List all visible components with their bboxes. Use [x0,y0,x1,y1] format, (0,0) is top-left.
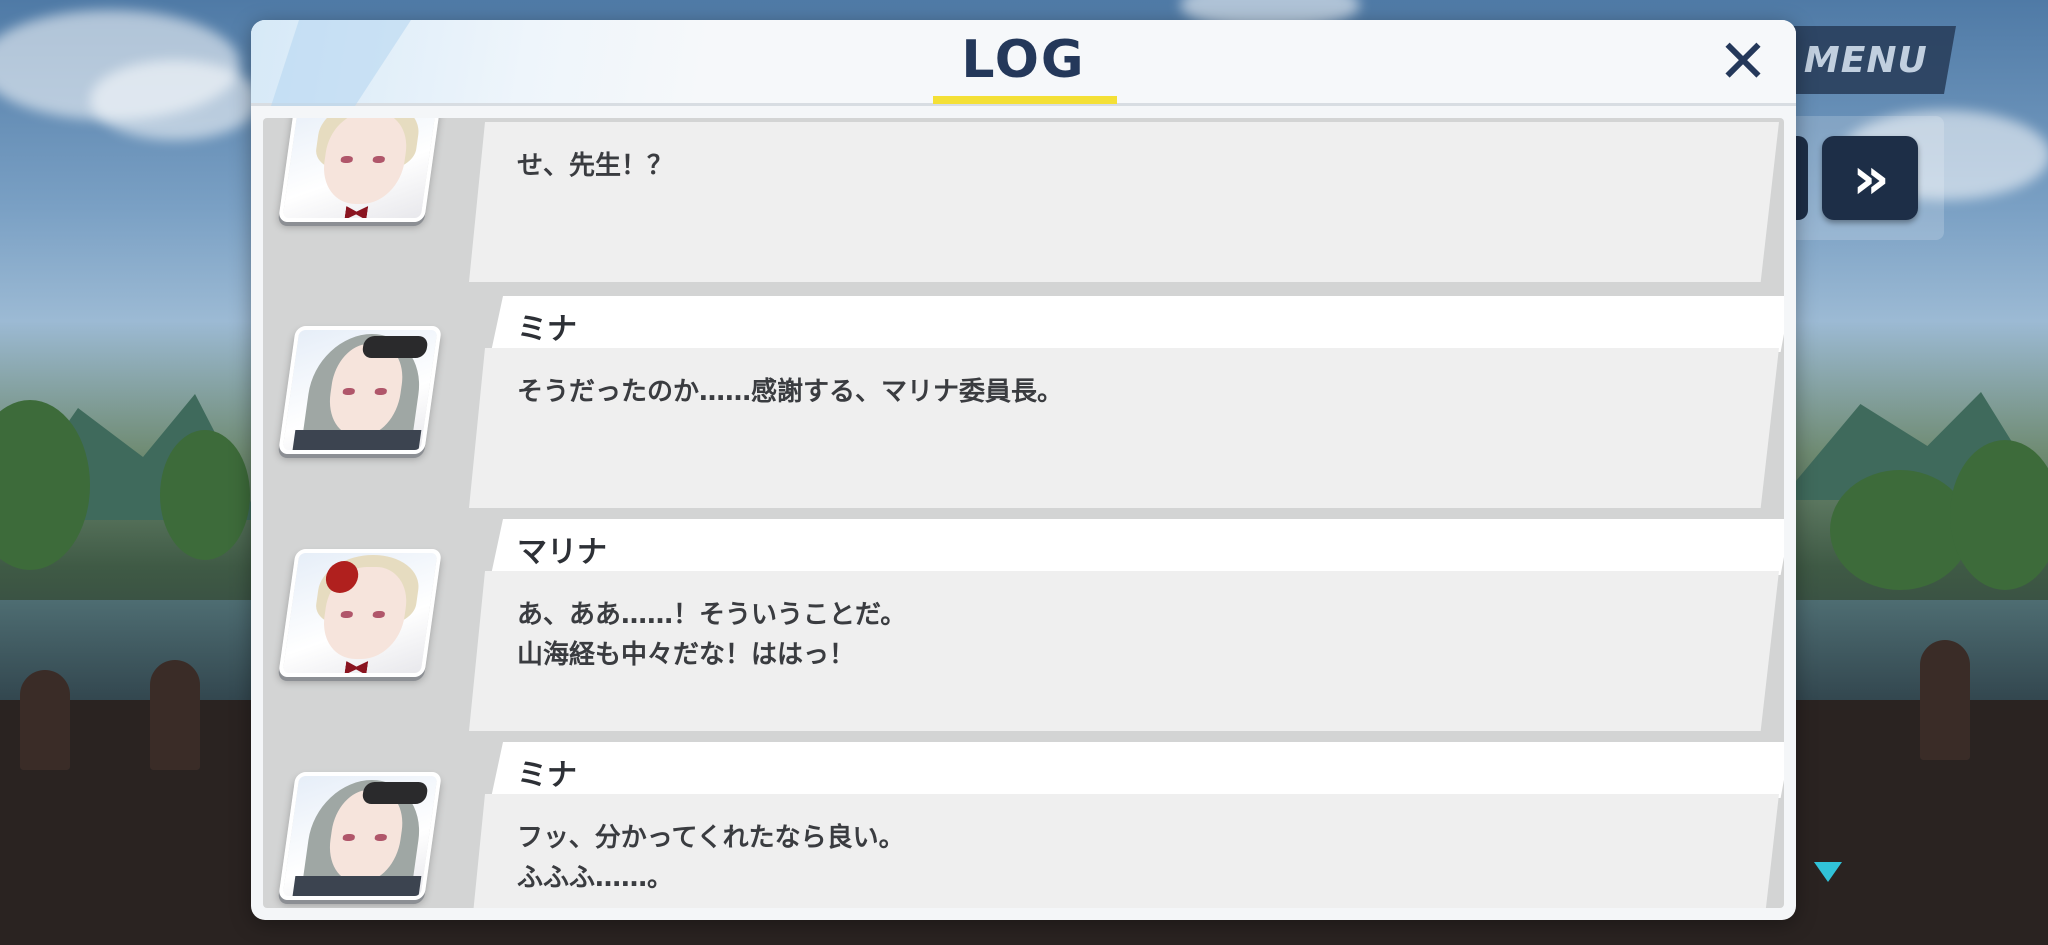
log-title: LOG [961,30,1086,90]
speaker-name-tab: ミナ [491,742,1784,798]
message-line: あ、ああ……！そういうことだ。 [517,600,907,630]
mina-avatar [278,772,442,900]
log-window: LOG ✕ せ、先生！？ ミナ そうだったのか……感謝する、マリナ委員長。 マリ… [251,20,1796,920]
log-header: LOG ✕ [251,20,1796,106]
message-text: そうだったのか……感謝する、マリナ委員長。 [517,377,1064,407]
mina-avatar [278,326,442,454]
fast-forward-button[interactable]: » [1822,136,1918,220]
message-bubble: あ、ああ……！そういうことだ。 山海経も中々だな！ははっ！ [469,571,1779,731]
message-line: 山海経も中々だな！ははっ！ [517,640,856,670]
log-entry: マリナ あ、ああ……！そういうことだ。 山海経も中々だな！ははっ！ [263,519,1784,731]
message-bubble: フッ、分かってくれたなら良い。 ふふふ……。 [469,794,1779,908]
speaker-name: ミナ [517,758,577,793]
log-entry: ミナ そうだったのか……感謝する、マリナ委員長。 [263,296,1784,508]
fast-forward-icon: » [1852,144,1890,212]
message-line: フッ、分かってくれたなら良い。 [517,823,905,853]
next-arrow-icon [1814,862,1842,882]
marina-avatar [278,118,442,222]
speaker-name-tab: マリナ [491,519,1784,575]
message-line: ふふふ……。 [517,863,674,893]
message-text: せ、先生！？ [517,151,674,181]
marina-avatar [278,549,442,677]
speaker-name-tab: ミナ [491,296,1784,352]
message-text: あ、ああ……！そういうことだ。 山海経も中々だな！ははっ！ [517,595,906,675]
speaker-name: マリナ [517,535,607,570]
menu-button[interactable]: MENU [1776,26,1956,94]
log-entry: せ、先生！？ [263,118,1784,282]
log-entry: ミナ フッ、分かってくれたなら良い。 ふふふ……。 [263,742,1784,908]
close-icon: ✕ [1717,27,1769,97]
message-bubble: そうだったのか……感謝する、マリナ委員長。 [469,348,1779,508]
close-button[interactable]: ✕ [1713,32,1773,92]
log-list[interactable]: せ、先生！？ ミナ そうだったのか……感謝する、マリナ委員長。 マリナ あ、ああ… [263,118,1784,908]
title-underline [933,96,1117,104]
speaker-name: ミナ [517,312,577,347]
message-text: フッ、分かってくれたなら良い。 ふふふ……。 [517,818,905,898]
message-bubble: せ、先生！？ [469,122,1779,282]
menu-label: MENU [1804,39,1928,81]
